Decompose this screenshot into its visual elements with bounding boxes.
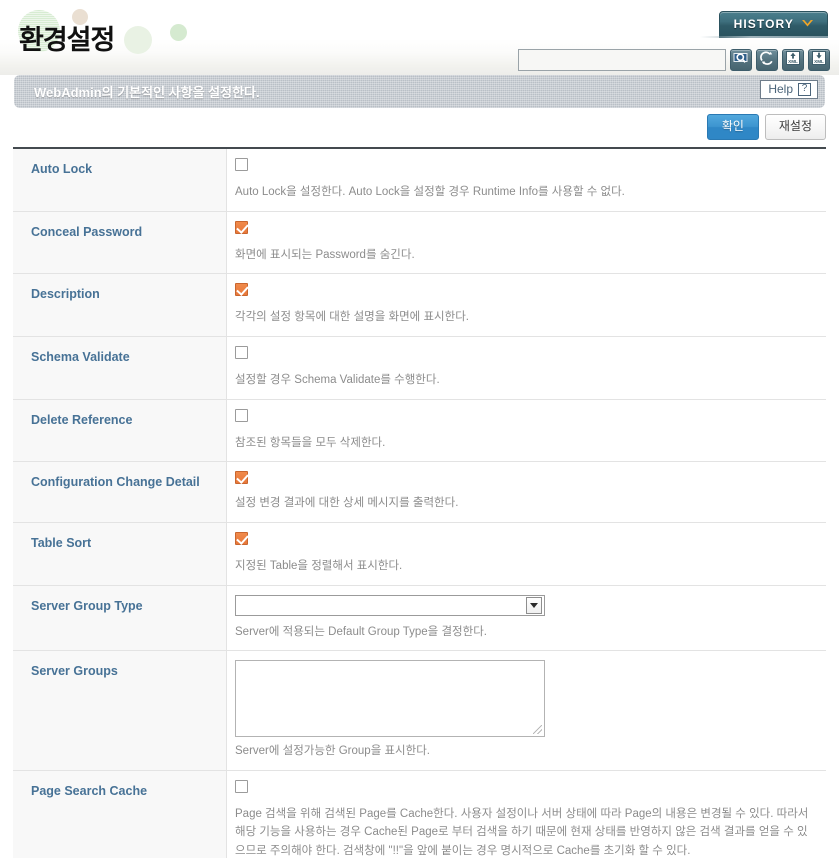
decorative-circle-green-small bbox=[170, 24, 187, 41]
row-value-server-group-type: Server에 적용되는 Default Group Type을 결정한다. bbox=[227, 586, 826, 651]
table-row: Delete Reference 참조된 항목들을 모두 삭제한다. bbox=[13, 399, 826, 463]
history-tab-container: HISTORY bbox=[700, 11, 828, 38]
row-label-schema-validate: Schema Validate bbox=[13, 337, 227, 399]
row-description: 지정된 Table을 정렬해서 표시한다. bbox=[235, 559, 403, 572]
search-toolbar: XML XML bbox=[518, 49, 830, 71]
row-label-table-sort: Table Sort bbox=[13, 522, 227, 585]
row-value-description: 각각의 설정 항목에 대한 설명을 화면에 표시한다. bbox=[227, 274, 826, 336]
row-label-auto-lock: Auto Lock bbox=[13, 149, 227, 211]
row-label-server-group-type: Server Group Type bbox=[13, 585, 227, 651]
page-description-banner: WebAdmin의 기본적인 사항을 설정한다. Help ? bbox=[14, 75, 825, 108]
row-value-table-sort: 지정된 Table을 정렬해서 표시한다. bbox=[227, 523, 826, 585]
history-tab-label: HISTORY bbox=[733, 17, 794, 31]
page-search-cache-checkbox[interactable] bbox=[235, 779, 248, 793]
row-label-delete-reference: Delete Reference bbox=[13, 399, 227, 462]
history-tab-underline bbox=[700, 36, 828, 38]
row-description: 설정 변경 결과에 대한 상세 메시지를 출력한다. bbox=[235, 497, 459, 510]
table-row: Schema Validate 설정할 경우 Schema Validate를 … bbox=[13, 337, 826, 400]
row-value-auto-lock: Auto Lock을 설정한다. Auto Lock을 설정할 경우 Runti… bbox=[227, 149, 826, 211]
row-label-configuration-change-detail: Configuration Change Detail bbox=[13, 462, 227, 522]
search-input[interactable] bbox=[518, 49, 726, 71]
row-description: 설정할 경우 Schema Validate를 수행한다. bbox=[235, 374, 440, 387]
chevron-down-icon[interactable] bbox=[526, 596, 542, 614]
row-label-conceal-password: Conceal Password bbox=[13, 211, 227, 274]
page-header: 환경설정 HISTORY XML XML bbox=[0, 0, 839, 75]
configuration-change-detail-checkbox[interactable] bbox=[235, 471, 248, 485]
svg-text:XML: XML bbox=[788, 59, 798, 64]
row-value-configuration-change-detail: 설정 변경 결과에 대한 상세 메시지를 출력한다. bbox=[227, 462, 826, 522]
row-label-description: Description bbox=[13, 274, 227, 337]
schema-validate-checkbox[interactable] bbox=[235, 346, 248, 360]
xml-download-icon: XML bbox=[811, 50, 827, 71]
settings-table: Auto Lock Auto Lock을 설정한다. Auto Lock을 설정… bbox=[13, 147, 826, 858]
row-label-page-search-cache: Page Search Cache bbox=[13, 770, 227, 858]
row-description: Auto Lock을 설정한다. Auto Lock을 설정할 경우 Runti… bbox=[235, 186, 625, 199]
row-description: Page 검색을 위해 검색된 Page를 Cache한다. 사용자 설정이나 … bbox=[235, 807, 809, 858]
svg-text:XML: XML bbox=[814, 59, 824, 64]
configuration-page: 환경설정 HISTORY XML XML WebAdmin의 기본적인 사항을 … bbox=[0, 0, 839, 858]
row-description: 각각의 설정 항목에 대한 설명을 화면에 표시한다. bbox=[235, 311, 469, 324]
decorative-circle-pale-green bbox=[124, 26, 152, 54]
table-row: Page Search Cache Page 검색을 위해 검색된 Page를 … bbox=[13, 770, 826, 858]
row-value-schema-validate: 설정할 경우 Schema Validate를 수행한다. bbox=[227, 337, 826, 399]
reset-button-top[interactable]: 재설정 bbox=[764, 114, 826, 141]
table-row: Description 각각의 설정 항목에 대한 설명을 화면에 표시한다. bbox=[13, 274, 826, 338]
table-row: Table Sort 지정된 Table을 정렬해서 표시한다. bbox=[13, 522, 826, 586]
page-description-text: WebAdmin의 기본적인 사항을 설정한다. bbox=[34, 85, 260, 100]
search-button[interactable] bbox=[730, 49, 752, 71]
row-value-page-search-cache: Page 검색을 위해 검색된 Page를 Cache한다. 사용자 설정이나 … bbox=[227, 771, 826, 858]
table-row: Conceal Password 화면에 표시되는 Password를 숨긴다. bbox=[13, 211, 826, 275]
row-description: 화면에 표시되는 Password를 숨긴다. bbox=[235, 248, 415, 261]
table-row: Auto Lock Auto Lock을 설정한다. Auto Lock을 설정… bbox=[13, 149, 826, 212]
resize-grip-icon[interactable] bbox=[533, 725, 542, 735]
row-description: 참조된 항목들을 모두 삭제한다. bbox=[235, 436, 386, 449]
row-description: Server에 설정가능한 Group을 표시한다. bbox=[235, 745, 430, 758]
help-button-label: Help bbox=[768, 82, 793, 96]
table-sort-checkbox[interactable] bbox=[235, 531, 248, 545]
xml-import-button[interactable]: XML bbox=[782, 49, 804, 71]
row-value-server-groups: Server에 설정가능한 Group을 표시한다. bbox=[227, 651, 826, 770]
row-label-server-groups: Server Groups bbox=[13, 651, 227, 770]
xml-export-button[interactable]: XML bbox=[808, 49, 830, 71]
chevron-down-icon bbox=[801, 15, 814, 33]
conceal-password-checkbox[interactable] bbox=[235, 220, 248, 234]
table-row: Server Group Type Server에 적용되는 Default G… bbox=[13, 585, 826, 652]
table-row: Server Groups Server에 설정가능한 Group을 표시한다. bbox=[13, 651, 826, 771]
server-group-type-select[interactable] bbox=[235, 594, 545, 616]
refresh-button[interactable] bbox=[756, 49, 778, 71]
row-value-conceal-password: 화면에 표시되는 Password를 숨긴다. bbox=[227, 212, 826, 274]
row-value-delete-reference: 참조된 항목들을 모두 삭제한다. bbox=[227, 400, 826, 462]
magnifier-icon bbox=[733, 50, 749, 71]
history-tab[interactable]: HISTORY bbox=[718, 11, 828, 38]
top-action-bar: 확인 재설정 bbox=[0, 108, 839, 147]
page-title: 환경설정 bbox=[19, 25, 115, 55]
auto-lock-checkbox[interactable] bbox=[235, 158, 248, 172]
refresh-arrows-icon bbox=[759, 50, 775, 71]
description-checkbox[interactable] bbox=[235, 283, 248, 297]
xml-upload-icon: XML bbox=[785, 50, 801, 71]
server-groups-textarea[interactable] bbox=[235, 660, 545, 738]
help-button[interactable]: Help ? bbox=[760, 80, 818, 99]
row-description: Server에 적용되는 Default Group Type을 결정한다. bbox=[235, 625, 487, 638]
table-row: Configuration Change Detail 설정 변경 결과에 대한… bbox=[13, 462, 826, 523]
confirm-button-top[interactable]: 확인 bbox=[706, 114, 759, 141]
question-mark-icon: ? bbox=[798, 82, 811, 96]
delete-reference-checkbox[interactable] bbox=[235, 408, 248, 422]
